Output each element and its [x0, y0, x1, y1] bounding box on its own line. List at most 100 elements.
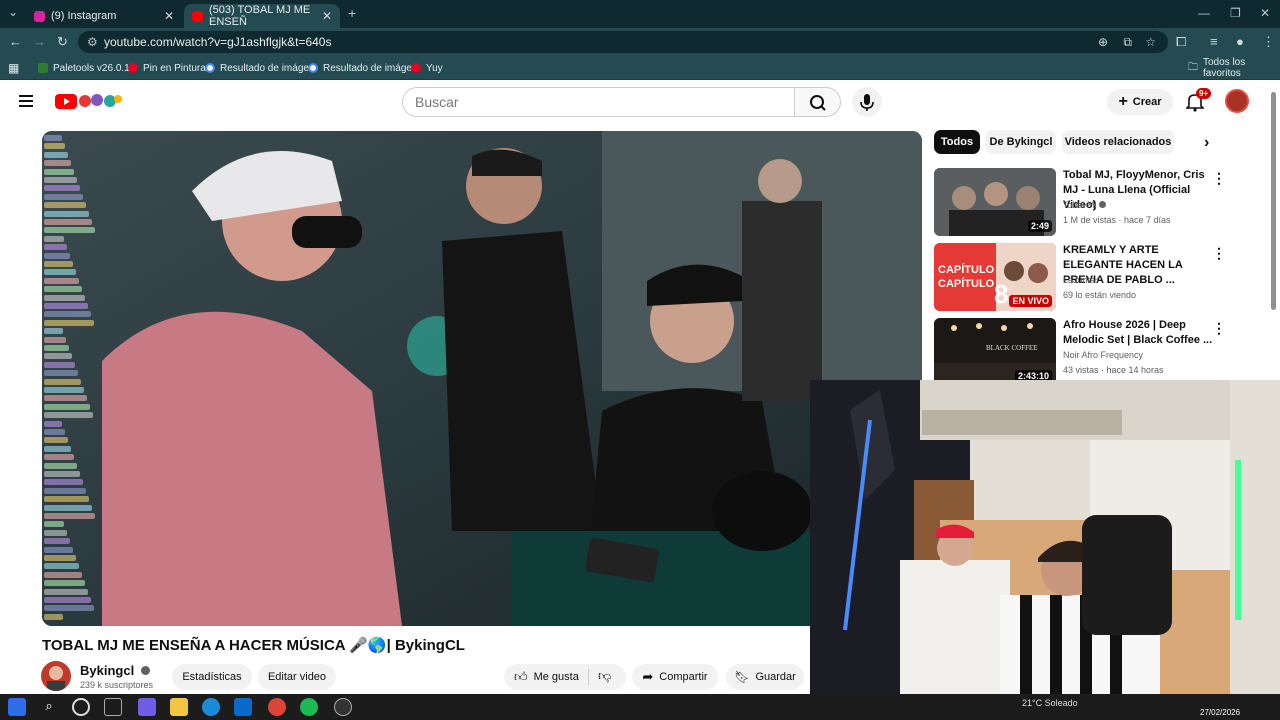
- video-thumbnail[interactable]: BLACK COFFEE 2:43:10: [934, 318, 1056, 386]
- recommendation-item[interactable]: 2:49 Tobal MJ, FloyyMenor, Cris MJ - Lun…: [934, 168, 1264, 238]
- start-icon[interactable]: [8, 698, 26, 716]
- install-icon[interactable]: ⧉: [1123, 31, 1132, 53]
- search-input[interactable]: Buscar: [402, 87, 795, 117]
- save-button[interactable]: 🔖︎ Guardar: [726, 664, 804, 690]
- chat-message: [44, 210, 89, 217]
- more-options-icon[interactable]: ⋮: [1212, 170, 1226, 187]
- bookmark-label: Resultado de imáge...: [220, 62, 318, 74]
- tab-youtube[interactable]: (503) TOBAL MJ ME ENSEÑ ✕: [184, 4, 340, 28]
- chip-todos[interactable]: Todos: [934, 130, 980, 154]
- cortana-icon[interactable]: [72, 698, 90, 716]
- hamburger-menu-icon[interactable]: [19, 95, 33, 107]
- recommendation-channel[interactable]: LaJunta+: [1063, 275, 1100, 285]
- all-bookmarks[interactable]: 🗀 Todos los favoritos: [1188, 56, 1280, 80]
- edge-icon[interactable]: [202, 698, 220, 716]
- chip-videos-relacionados[interactable]: Videos relacionados: [1062, 130, 1174, 154]
- page-scrollbar[interactable]: [1271, 92, 1276, 310]
- account-avatar[interactable]: [1225, 89, 1249, 113]
- video-thumbnail[interactable]: 2:49: [934, 168, 1056, 236]
- chat-message: [44, 445, 71, 452]
- video-player[interactable]: [42, 131, 922, 626]
- recommendation-item[interactable]: CAPÍTULO CAPÍTULO 8 EN VIVO KREAMLY Y ARTE…: [934, 243, 1264, 313]
- recommendation-item[interactable]: BLACK COFFEE 2:43:10 Afro House 2026 | D…: [934, 318, 1264, 388]
- channel-name[interactable]: Bykingcl: [80, 663, 150, 678]
- create-button[interactable]: + Crear: [1107, 89, 1173, 115]
- recommendation-meta: 1 M de vistas · hace 7 días: [1063, 215, 1171, 225]
- task-view-icon[interactable]: [104, 698, 122, 716]
- menu-icon[interactable]: ⋮: [1262, 28, 1275, 56]
- store-icon[interactable]: [234, 698, 252, 716]
- channel-avatar[interactable]: [41, 661, 71, 691]
- analytics-button[interactable]: Estadísticas: [172, 664, 252, 690]
- notifications-button[interactable]: 9+: [1185, 88, 1212, 112]
- youtube-logo[interactable]: [55, 92, 125, 110]
- back-icon[interactable]: ←: [9, 28, 22, 56]
- tab-instagram[interactable]: (9) Instagram ✕: [26, 4, 182, 28]
- search-button[interactable]: [795, 87, 841, 117]
- weather-widget[interactable]: 21°C Soleado: [1022, 698, 1078, 708]
- new-tab-icon[interactable]: +: [348, 5, 356, 21]
- share-button[interactable]: ➦ Compartir: [632, 664, 718, 690]
- chip-de-bykingcl[interactable]: De Bykingcl: [986, 130, 1056, 154]
- profile-icon[interactable]: ●: [1236, 28, 1244, 56]
- chat-message: [44, 193, 83, 200]
- file-explorer-icon[interactable]: [170, 698, 188, 716]
- edit-video-button[interactable]: Editar video: [258, 664, 336, 690]
- recommendation-channel[interactable]: Tobal Mj: [1063, 200, 1107, 210]
- chat-message: [44, 319, 94, 326]
- chat-message: [44, 185, 80, 192]
- like-label[interactable]: Me gusta: [534, 671, 579, 683]
- obs-icon[interactable]: [334, 698, 352, 716]
- restore-icon[interactable]: ❐: [1230, 6, 1241, 20]
- recommendation-title[interactable]: Afro House 2026 | Deep Melodic Set | Bla…: [1063, 318, 1218, 348]
- video-duration: 2:49: [1027, 220, 1052, 232]
- chat-message: [44, 311, 91, 318]
- bookmark-google-2[interactable]: Resultado de imáge...: [308, 56, 420, 80]
- close-icon[interactable]: ✕: [322, 9, 332, 23]
- search-icon[interactable]: ⌕: [40, 698, 58, 716]
- minimize-icon[interactable]: —: [1198, 6, 1210, 20]
- subscriber-count: 239 k suscriptores: [80, 680, 154, 690]
- bookmark-paletools[interactable]: Paletools v26.0.12: [38, 56, 135, 80]
- chat-message: [44, 353, 72, 360]
- google-icon: [308, 63, 318, 73]
- extensions-icon[interactable]: ⧠: [1176, 28, 1186, 56]
- chat-message: [44, 370, 78, 377]
- tab-search-icon[interactable]: ⌄: [8, 5, 18, 19]
- forward-icon[interactable]: →: [33, 28, 46, 56]
- chat-message: [44, 235, 64, 242]
- video-thumbnail[interactable]: CAPÍTULO CAPÍTULO 8 EN VIVO: [934, 243, 1056, 311]
- chat-message: [44, 496, 89, 503]
- spotify-icon[interactable]: [300, 698, 318, 716]
- save-label: Guardar: [755, 671, 796, 683]
- bookmark-pinterest[interactable]: Pin en Pinturas: [128, 56, 211, 80]
- bookmark-yuy[interactable]: Yuy: [411, 56, 443, 80]
- star-icon[interactable]: ☆: [1145, 31, 1156, 53]
- reload-icon[interactable]: ↻: [57, 28, 68, 56]
- site-info-icon[interactable]: ⚙: [87, 31, 98, 53]
- recommendation-channel[interactable]: Noir Afro Frequency: [1063, 350, 1143, 360]
- youtube-header: Buscar + Crear 9+: [0, 80, 1280, 124]
- bookmark-google-1[interactable]: Resultado de imáge...: [205, 56, 317, 80]
- recommendation-meta: 69 lo están viendo: [1063, 290, 1137, 300]
- copilot-icon[interactable]: [138, 698, 156, 716]
- apps-icon[interactable]: ▦: [8, 56, 19, 80]
- address-bar[interactable]: ⚙ youtube.com/watch?v=gJ1ashflgjk&t=640s…: [78, 31, 1168, 53]
- more-options-icon[interactable]: ⋮: [1212, 320, 1226, 337]
- zoom-icon[interactable]: ⊕: [1098, 31, 1108, 53]
- chevron-right-icon[interactable]: ›: [1204, 134, 1209, 152]
- close-icon[interactable]: ✕: [164, 9, 174, 23]
- url-text: youtube.com/watch?v=gJ1ashflgjk&t=640s: [104, 35, 332, 49]
- voice-search-button[interactable]: [852, 87, 882, 117]
- chat-message: [44, 613, 63, 620]
- clock-date[interactable]: 27/02/2026: [1200, 708, 1240, 717]
- chat-message: [44, 151, 68, 158]
- chrome-icon[interactable]: [268, 698, 286, 716]
- like-icon[interactable]: 👍︎: [514, 669, 528, 685]
- more-options-icon[interactable]: ⋮: [1212, 245, 1226, 262]
- media-icon[interactable]: ≡: [1210, 28, 1218, 56]
- window-close-icon[interactable]: ✕: [1260, 6, 1270, 20]
- chat-message: [44, 538, 70, 545]
- chat-message: [44, 252, 70, 259]
- dislike-icon[interactable]: 👎︎: [598, 668, 611, 684]
